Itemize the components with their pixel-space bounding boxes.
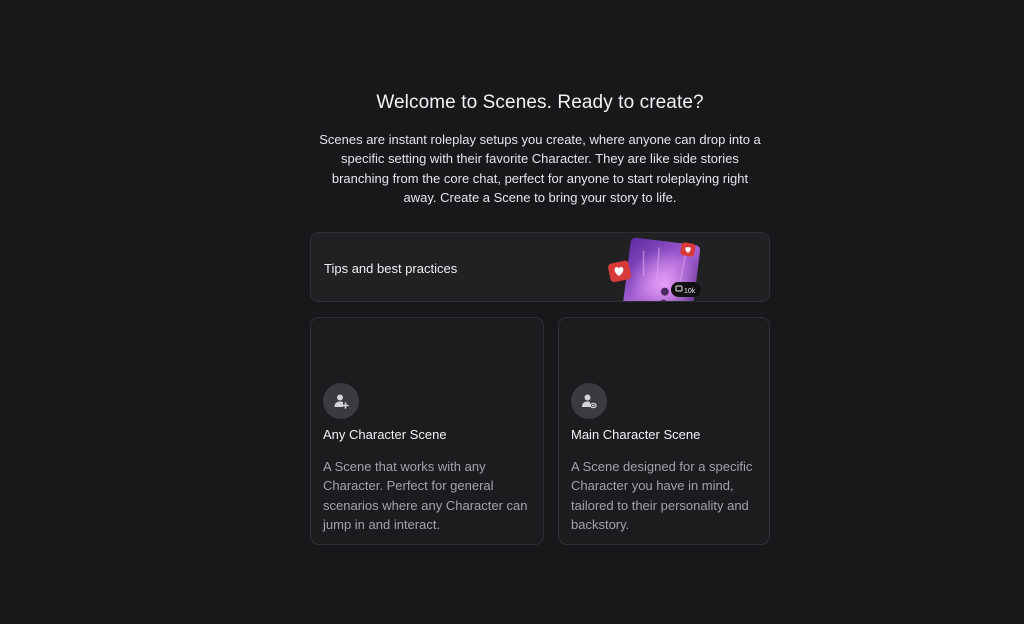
heart-badge-small — [680, 242, 696, 257]
page-description: Scenes are instant roleplay setups you c… — [319, 132, 761, 206]
any-character-scene-description: A Scene that works with any Character. P… — [323, 459, 528, 533]
comment-count-badge: 10k — [671, 282, 701, 297]
page-title: Welcome to Scenes. Ready to create? — [376, 92, 704, 113]
person-link-icon — [571, 383, 607, 419]
comment-count: 10k — [684, 288, 696, 295]
scenes-welcome-page: Welcome to Scenes. Ready to create? Scen… — [0, 0, 1024, 624]
main-character-scene-title: Main Character Scene — [571, 427, 701, 442]
main-character-scene-card[interactable]: Main Character Scene A Scene designed fo… — [558, 317, 770, 545]
any-character-scene-title: Any Character Scene — [323, 427, 447, 442]
tips-illustration: 10k — [608, 237, 701, 301]
any-character-scene-card[interactable]: Any Character Scene A Scene that works w… — [310, 317, 544, 545]
person-add-icon — [323, 383, 359, 419]
main-character-scene-description: A Scene designed for a specific Characte… — [571, 459, 753, 533]
tips-card[interactable]: Tips and best practices 10k — [310, 232, 770, 302]
